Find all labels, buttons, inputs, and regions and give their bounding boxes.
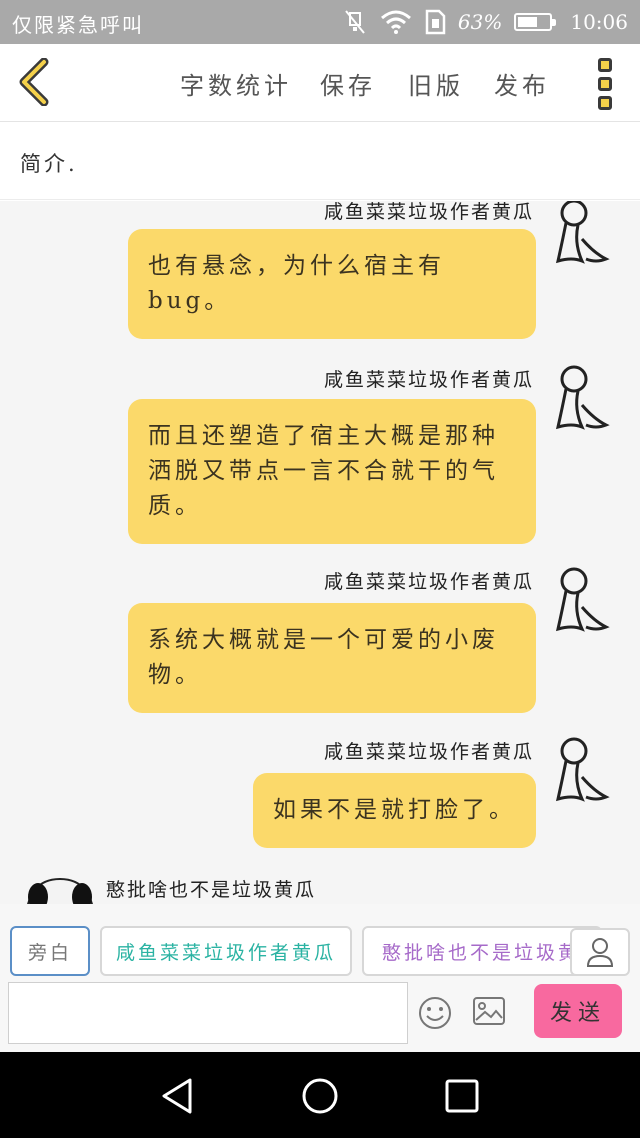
add-role-button[interactable] — [570, 928, 630, 976]
message-bubble[interactable]: 也有悬念，为什么宿主有 bug。 — [128, 229, 536, 339]
doodle-avatar-icon[interactable] — [552, 737, 610, 807]
role-button-second[interactable]: 憨批啥也不是垃圾黄瓜 — [362, 926, 602, 976]
status-icons: 63% 10:06 — [342, 8, 628, 36]
message-input[interactable] — [8, 982, 408, 1044]
more-menu-icon[interactable] — [594, 58, 616, 110]
publish-button[interactable]: 发布 — [494, 66, 550, 101]
intro-label: 简介. — [20, 152, 78, 176]
message-text-line: 质。 — [148, 493, 202, 519]
message-sender: 咸鱼菜菜垃圾作者黄瓜 — [323, 201, 534, 223]
message-text-line: 物。 — [148, 662, 202, 688]
message-bubble[interactable]: 系统大概就是一个可爱的小废 物。 — [128, 603, 536, 713]
recents-nav-icon[interactable] — [442, 1076, 482, 1116]
back-nav-icon[interactable] — [158, 1076, 198, 1116]
message-sender: 咸鱼菜菜垃圾作者黄瓜 — [323, 571, 534, 593]
doodle-avatar-icon[interactable] — [552, 365, 610, 435]
image-icon[interactable] — [472, 996, 506, 1026]
save-button[interactable]: 保存 — [320, 66, 376, 101]
back-icon[interactable] — [14, 58, 54, 106]
carrier-label: 仅限紧急呼叫 — [12, 13, 144, 37]
narration-role-button[interactable]: 旁白 — [10, 926, 90, 976]
composer-bar: 发送 — [0, 980, 640, 1052]
battery-percent: 63% — [457, 10, 503, 34]
message-bubble[interactable]: 如果不是就打脸了。 — [253, 773, 536, 848]
status-bar: 仅限紧急呼叫 63% 10:06 — [0, 0, 640, 44]
message-sender: 咸鱼菜菜垃圾作者黄瓜 — [323, 369, 534, 391]
message-text-line: 也有悬念，为什么宿主有 — [148, 253, 445, 279]
send-button[interactable]: 发送 — [534, 984, 622, 1038]
more-dot — [598, 58, 612, 72]
wifi-icon — [380, 10, 411, 34]
message-text-line: 系统大概就是一个可爱的小废 — [148, 627, 499, 653]
sim-icon — [425, 9, 446, 35]
home-nav-icon[interactable] — [300, 1076, 340, 1116]
panda-avatar-icon[interactable] — [24, 875, 96, 904]
more-dot — [598, 96, 612, 110]
message-text-line: bug。 — [148, 288, 232, 314]
word-count-button[interactable]: 字数统计 — [180, 66, 292, 101]
message-text-line: 洒脱又带点一言不合就干的气 — [148, 458, 499, 484]
doodle-avatar-icon[interactable] — [552, 201, 610, 269]
role-button-author[interactable]: 咸鱼菜菜垃圾作者黄瓜 — [100, 926, 352, 976]
message-sender: 咸鱼菜菜垃圾作者黄瓜 — [323, 741, 534, 763]
message-text-line: 而且还塑造了宿主大概是那种 — [148, 423, 499, 449]
mute-icon — [345, 10, 365, 34]
clock: 10:06 — [570, 10, 628, 34]
doodle-avatar-icon[interactable] — [552, 567, 610, 637]
old-version-button[interactable]: 旧版 — [408, 66, 464, 101]
person-icon — [586, 938, 614, 967]
more-dot — [598, 77, 612, 91]
role-selector-bar: 旁白 咸鱼菜菜垃圾作者黄瓜 憨批啥也不是垃圾黄瓜 — [0, 904, 640, 980]
message-bubble[interactable]: 而且还塑造了宿主大概是那种 洒脱又带点一言不合就干的气 质。 — [128, 399, 536, 544]
battery-fill — [518, 17, 538, 27]
chat-area[interactable]: 咸鱼菜菜垃圾作者黄瓜 也有悬念，为什么宿主有 bug。 咸鱼菜菜垃圾作者黄瓜 而… — [0, 201, 640, 904]
intro-section[interactable]: 简介. — [0, 122, 640, 200]
system-nav-bar — [0, 1052, 640, 1138]
message-sender: 憨批啥也不是垃圾黄瓜 — [106, 879, 317, 901]
battery-icon — [514, 13, 557, 31]
message-text-line: 如果不是就打脸了。 — [273, 797, 516, 823]
top-toolbar: 字数统计 保存 旧版 发布 — [0, 44, 640, 122]
emoji-icon[interactable] — [418, 996, 452, 1030]
